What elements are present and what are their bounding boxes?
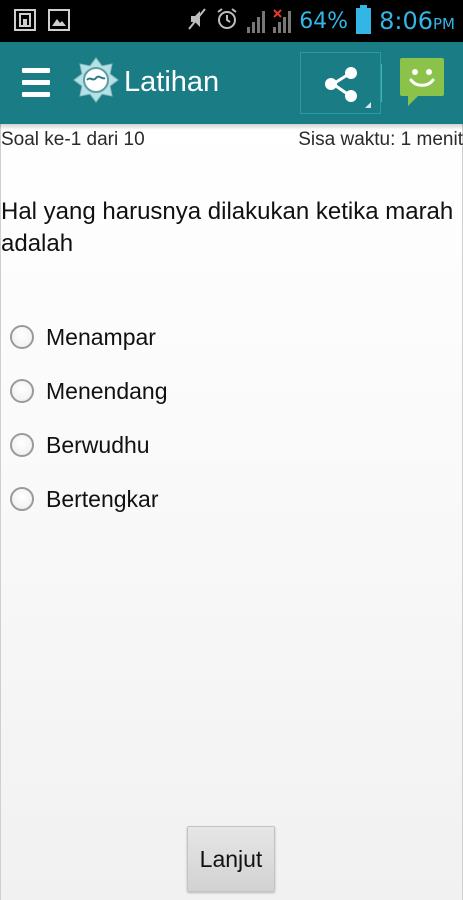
answer-label: Berwudhu bbox=[46, 431, 150, 458]
mute-icon bbox=[187, 7, 207, 36]
action-bar: Latihan bbox=[0, 42, 463, 124]
chat-button[interactable] bbox=[398, 56, 446, 110]
clock: 8:06PM bbox=[379, 7, 455, 35]
alarm-icon bbox=[215, 7, 239, 36]
answer-option-2[interactable]: Menendang bbox=[10, 374, 168, 408]
image-notification-icon bbox=[48, 9, 70, 31]
signal-no-service-icon bbox=[273, 9, 292, 33]
action-divider bbox=[381, 64, 382, 102]
question-counter: Soal ke-1 dari 10 bbox=[1, 129, 145, 150]
app-logo-icon[interactable] bbox=[72, 56, 120, 104]
page-title: Latihan bbox=[124, 66, 220, 98]
signal-icon bbox=[247, 9, 266, 33]
share-icon bbox=[325, 67, 371, 108]
clock-suffix: PM bbox=[433, 15, 455, 33]
radio-button[interactable] bbox=[10, 487, 34, 511]
chat-icon bbox=[400, 58, 444, 106]
clock-time: 8:06 bbox=[379, 7, 433, 35]
battery-percent: 64% bbox=[299, 8, 349, 34]
answer-label: Menendang bbox=[46, 377, 168, 404]
next-button[interactable]: Lanjut bbox=[187, 826, 275, 892]
radio-button[interactable] bbox=[10, 433, 34, 457]
menu-icon[interactable] bbox=[22, 68, 50, 98]
radio-button[interactable] bbox=[10, 325, 34, 349]
system-status: 64% 8:06PM bbox=[187, 5, 455, 36]
battery-icon bbox=[356, 5, 372, 34]
notification-icons bbox=[14, 9, 70, 31]
notification-app-icon bbox=[14, 9, 36, 31]
answer-option-4[interactable]: Bertengkar bbox=[10, 482, 159, 516]
status-bar: 64% 8:06PM bbox=[0, 0, 463, 42]
answer-label: Menampar bbox=[46, 323, 156, 350]
radio-button[interactable] bbox=[10, 379, 34, 403]
answer-option-1[interactable]: Menampar bbox=[10, 320, 156, 354]
question-text: Hal yang harusnya dilakukan ketika marah… bbox=[1, 198, 454, 257]
remaining-time: Sisa waktu: 1 menit bbox=[298, 129, 463, 150]
answer-option-3[interactable]: Berwudhu bbox=[10, 428, 150, 462]
share-button[interactable] bbox=[300, 52, 381, 114]
answer-label: Bertengkar bbox=[46, 485, 159, 512]
